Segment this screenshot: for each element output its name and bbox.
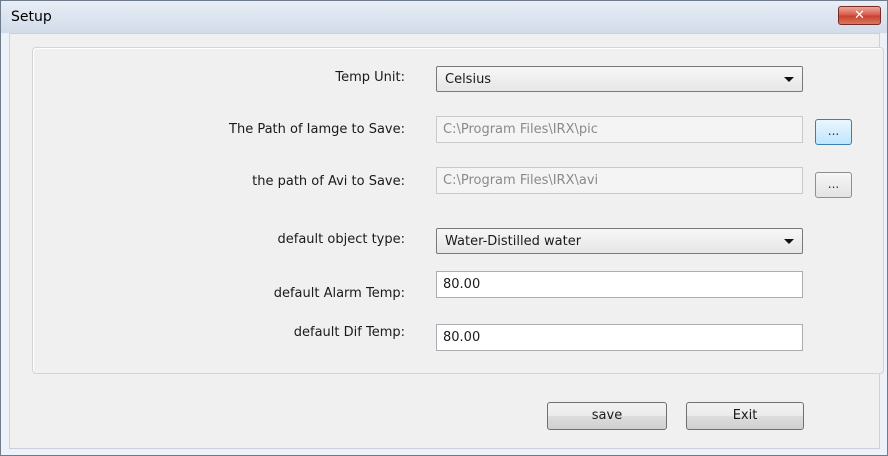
close-button[interactable]: ✕ [838, 6, 881, 25]
avi-path-label: the path of Avi to Save: [252, 174, 405, 189]
image-path-input[interactable] [437, 117, 802, 142]
dialog-body: Temp Unit: Celsius The Path of Iamge to … [9, 33, 884, 449]
window-title: Setup [11, 9, 52, 25]
title-bar[interactable]: Setup ✕ [1, 1, 887, 33]
object-type-label: default object type: [277, 232, 406, 247]
dif-temp-label: default Dif Temp: [293, 325, 405, 340]
object-type-select[interactable]: Water-Distilled water [436, 228, 803, 254]
chevron-down-icon [784, 239, 794, 244]
setup-dialog: Setup ✕ Temp Unit: Celsius The Path of I… [0, 0, 888, 456]
image-path-browse-button[interactable]: ... [815, 119, 852, 145]
avi-path-input[interactable] [437, 168, 802, 193]
image-path-field[interactable] [436, 116, 803, 143]
alarm-temp-label: default Alarm Temp: [273, 286, 405, 301]
avi-path-browse-button[interactable]: ... [815, 172, 852, 198]
save-button[interactable]: save [547, 402, 667, 430]
avi-path-field[interactable] [436, 167, 803, 194]
alarm-temp-input[interactable] [437, 272, 802, 297]
close-icon: ✕ [854, 8, 865, 23]
object-type-value: Water-Distilled water [445, 234, 582, 249]
chevron-down-icon [784, 77, 794, 82]
dif-temp-input[interactable] [437, 325, 802, 350]
alarm-temp-field[interactable] [436, 271, 803, 298]
exit-button[interactable]: Exit [686, 402, 804, 430]
temp-unit-label: Temp Unit: [335, 70, 405, 85]
dif-temp-field[interactable] [436, 324, 803, 351]
image-path-label: The Path of Iamge to Save: [229, 122, 405, 137]
settings-group: Temp Unit: Celsius The Path of Iamge to … [32, 47, 884, 374]
temp-unit-select[interactable]: Celsius [436, 66, 803, 92]
temp-unit-value: Celsius [445, 72, 492, 87]
